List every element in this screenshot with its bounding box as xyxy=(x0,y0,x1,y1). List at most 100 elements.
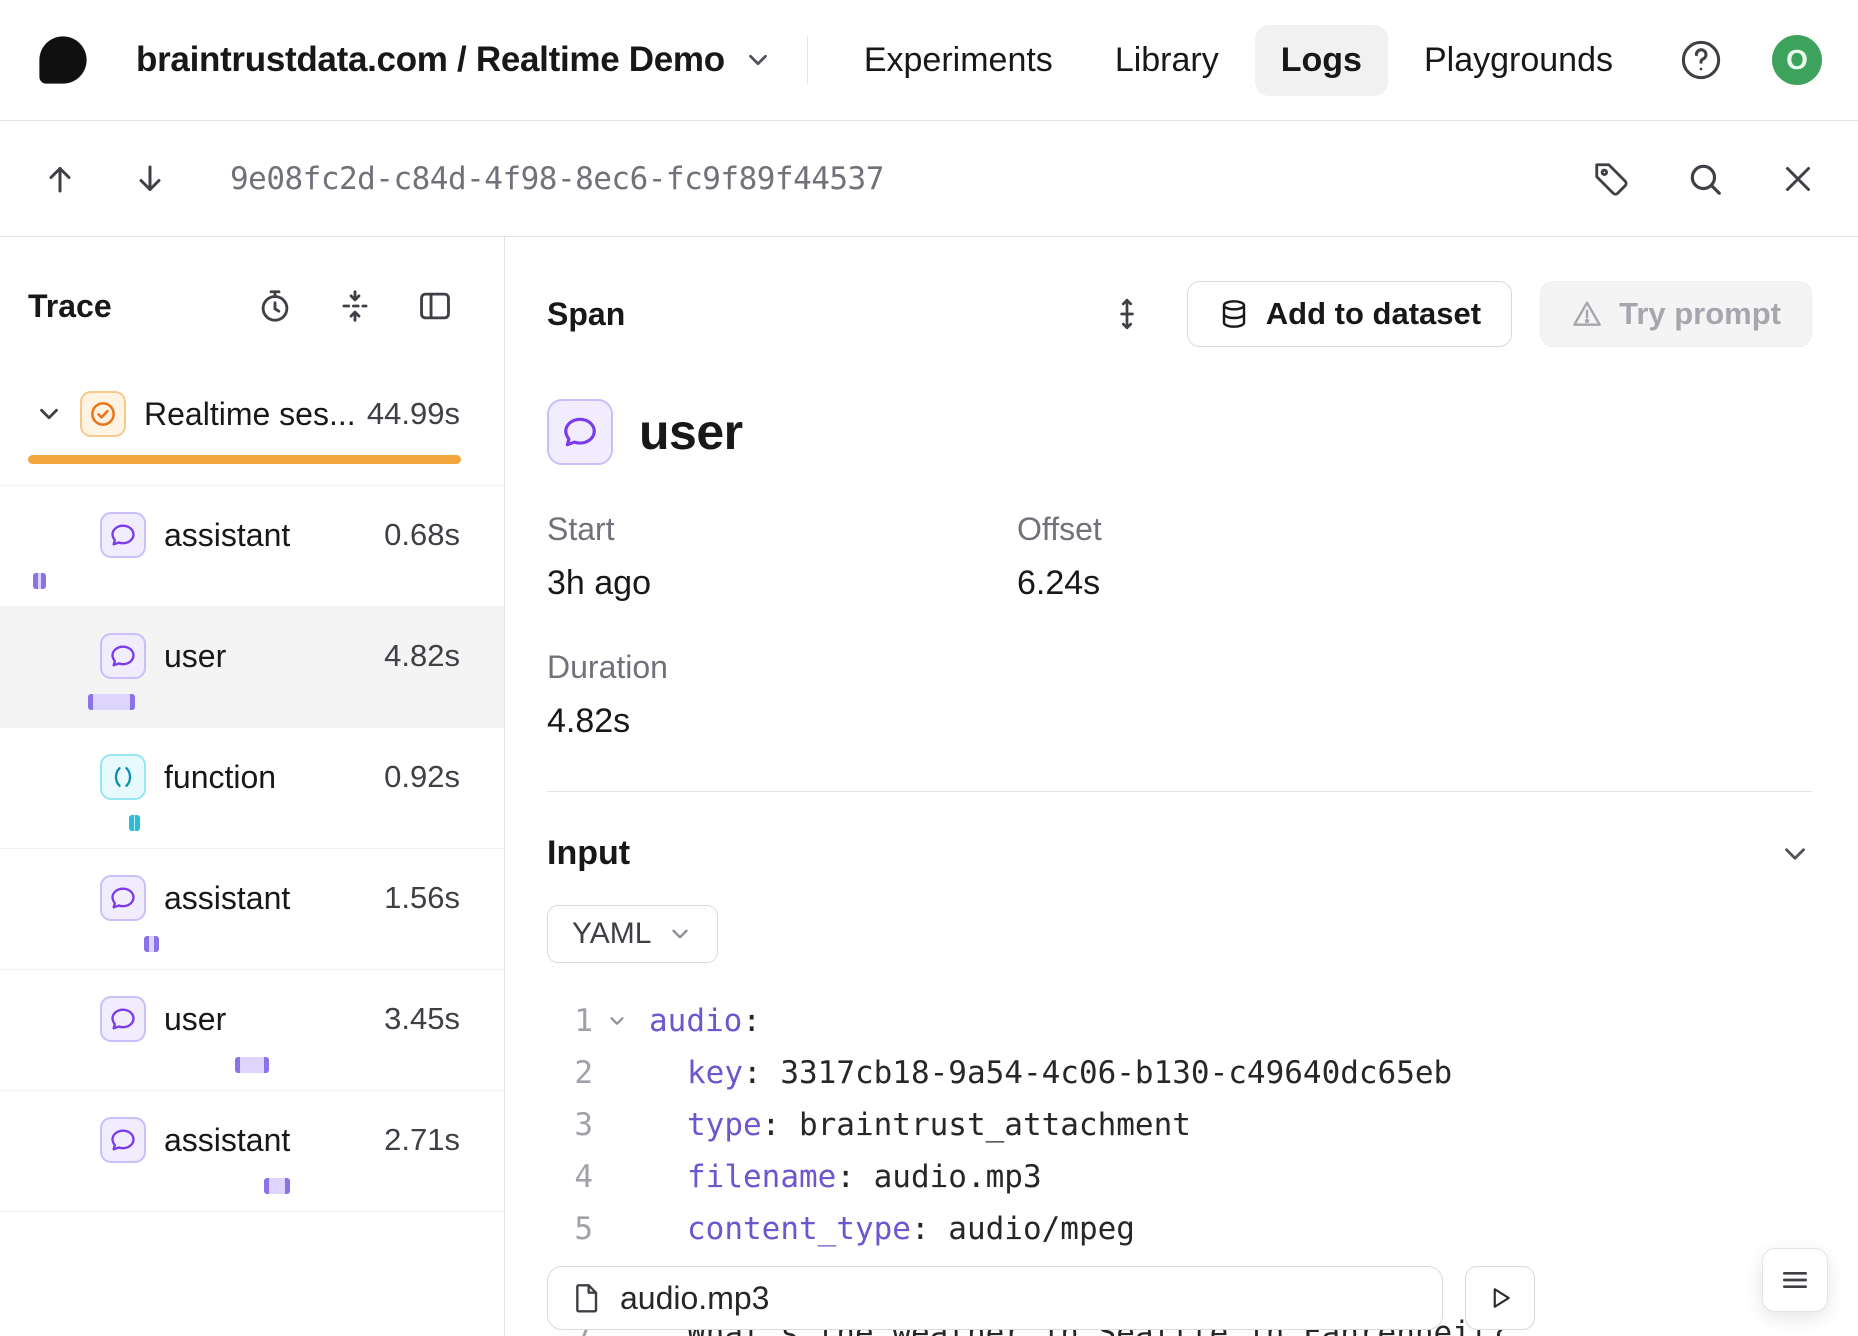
nav-item-library[interactable]: Library xyxy=(1089,25,1245,96)
user-avatar[interactable]: O xyxy=(1772,35,1822,85)
span-row-duration: 0.92s xyxy=(384,759,460,795)
format-selector-dropdown[interactable]: YAML xyxy=(547,905,718,963)
chevron-down-icon xyxy=(667,921,693,947)
line-number: 2 xyxy=(547,1047,593,1099)
timing-track xyxy=(28,1052,461,1078)
input-collapse-button[interactable] xyxy=(1778,837,1812,871)
add-to-dataset-button[interactable]: Add to dataset xyxy=(1187,281,1512,347)
line-number: 5 xyxy=(547,1203,593,1255)
line-number: 4 xyxy=(547,1151,593,1203)
trace-actions xyxy=(1592,160,1816,198)
timing-bar xyxy=(144,936,159,952)
timing-track xyxy=(28,1173,461,1199)
chat-bubble-icon xyxy=(100,633,146,679)
workspace-switcher[interactable]: braintrustdata.com / Realtime Demo xyxy=(136,40,773,80)
trace-row-realtime-session[interactable]: Realtime ses... 44.99s xyxy=(0,365,504,486)
tag-button[interactable] xyxy=(1592,160,1630,198)
chat-bubble-icon xyxy=(100,996,146,1042)
format-selector-value: YAML xyxy=(572,917,651,951)
span-row-duration: 2.71s xyxy=(384,1122,460,1158)
panel-toggle-button[interactable] xyxy=(416,287,454,325)
yaml-value: : audio/mpeg xyxy=(911,1211,1135,1247)
nav-right: O xyxy=(1678,35,1822,85)
input-section-header: Input xyxy=(547,834,1812,873)
trace-row-user-selected[interactable]: user 4.82s xyxy=(0,607,504,728)
arrow-down-icon xyxy=(132,161,168,197)
span-fields: Start 3h ago Offset 6.24s Duration 4.82s xyxy=(547,511,1812,741)
trace-nav-arrows xyxy=(42,161,168,197)
resize-handle-button[interactable] xyxy=(1109,296,1145,332)
workspace-name: braintrustdata.com / Realtime Demo xyxy=(136,40,725,80)
next-trace-button[interactable] xyxy=(132,161,168,197)
trace-row-assistant[interactable]: assistant 2.71s xyxy=(0,1091,504,1212)
field-label: Duration xyxy=(547,649,1017,686)
nav-item-experiments[interactable]: Experiments xyxy=(838,25,1079,96)
search-icon xyxy=(1686,160,1724,198)
span-row-label: assistant xyxy=(164,880,384,917)
timing-track xyxy=(28,568,461,594)
field-label: Offset xyxy=(1017,511,1812,548)
yaml-value: : braintrust_attachment xyxy=(762,1107,1191,1143)
chevron-down-icon xyxy=(743,45,773,75)
span-row-label: assistant xyxy=(164,1122,384,1159)
yaml-value: : audio.mp3 xyxy=(836,1159,1041,1195)
field-label: Start xyxy=(547,511,1017,548)
try-prompt-button[interactable]: Try prompt xyxy=(1540,281,1812,347)
play-icon xyxy=(1486,1284,1514,1312)
help-icon xyxy=(1678,37,1724,83)
add-to-dataset-label: Add to dataset xyxy=(1266,296,1481,332)
yaml-value: : xyxy=(742,1003,761,1039)
timing-bar xyxy=(88,694,134,710)
span-row-duration: 44.99s xyxy=(367,396,460,432)
timing-bar xyxy=(235,1057,268,1073)
timing-track xyxy=(28,447,461,473)
yaml-value: : 3317cb18-9a54-4c06-b130-c49640dc65eb xyxy=(743,1055,1452,1091)
timing-bar xyxy=(129,815,140,831)
top-navbar: braintrustdata.com / Realtime Demo Exper… xyxy=(0,0,1858,121)
trace-row-assistant[interactable]: assistant 1.56s xyxy=(0,849,504,970)
trace-row-function[interactable]: function 0.92s xyxy=(0,728,504,849)
arrow-up-icon xyxy=(42,161,78,197)
sidebar-panel-icon xyxy=(416,287,454,325)
collapse-chevron-icon[interactable] xyxy=(34,399,64,429)
span-row-duration: 1.56s xyxy=(384,880,460,916)
yaml-key: audio xyxy=(649,1003,742,1039)
nav-item-logs[interactable]: Logs xyxy=(1255,25,1388,96)
timer-button[interactable] xyxy=(256,287,294,325)
try-prompt-label: Try prompt xyxy=(1619,296,1781,332)
audio-attachment-row: audio.mp3 xyxy=(547,1266,1535,1330)
file-icon xyxy=(570,1282,602,1314)
fold-chevron-icon[interactable] xyxy=(593,1010,641,1032)
trace-row-assistant[interactable]: assistant 0.68s xyxy=(0,486,504,607)
context-menu-button[interactable] xyxy=(1762,1248,1828,1312)
span-row-duration: 0.68s xyxy=(384,517,460,553)
yaml-key: filename xyxy=(687,1159,836,1195)
hamburger-menu-icon xyxy=(1779,1264,1811,1296)
span-header-actions: Add to dataset Try prompt xyxy=(1109,281,1812,347)
timing-track xyxy=(28,931,461,957)
search-button[interactable] xyxy=(1686,160,1724,198)
braintrust-logo-icon xyxy=(36,33,90,87)
field-value: 6.24s xyxy=(1017,564,1812,603)
timing-track xyxy=(28,810,461,836)
function-parens-icon xyxy=(100,754,146,800)
collapse-all-button[interactable] xyxy=(336,287,374,325)
audio-attachment[interactable]: audio.mp3 xyxy=(547,1266,1443,1330)
field-value: 4.82s xyxy=(547,702,1017,741)
close-icon xyxy=(1780,161,1816,197)
span-row-label: assistant xyxy=(164,517,384,554)
help-button[interactable] xyxy=(1678,37,1724,83)
trace-id-bar: 9e08fc2d-c84d-4f98-8ec6-fc9f89f44537 xyxy=(0,121,1858,237)
chat-bubble-icon xyxy=(100,512,146,558)
close-button[interactable] xyxy=(1780,161,1816,197)
previous-trace-button[interactable] xyxy=(42,161,78,197)
nav-item-playgrounds[interactable]: Playgrounds xyxy=(1398,25,1639,96)
play-button[interactable] xyxy=(1465,1266,1535,1330)
code-line: 5 content_type: audio/mpeg xyxy=(547,1203,1812,1255)
trace-row-user[interactable]: user 3.45s xyxy=(0,970,504,1091)
section-divider xyxy=(547,791,1812,792)
content: Trace xyxy=(0,237,1858,1336)
align-center-vertical-icon xyxy=(336,287,374,325)
span-row-duration: 3.45s xyxy=(384,1001,460,1037)
timing-bar xyxy=(33,573,46,589)
